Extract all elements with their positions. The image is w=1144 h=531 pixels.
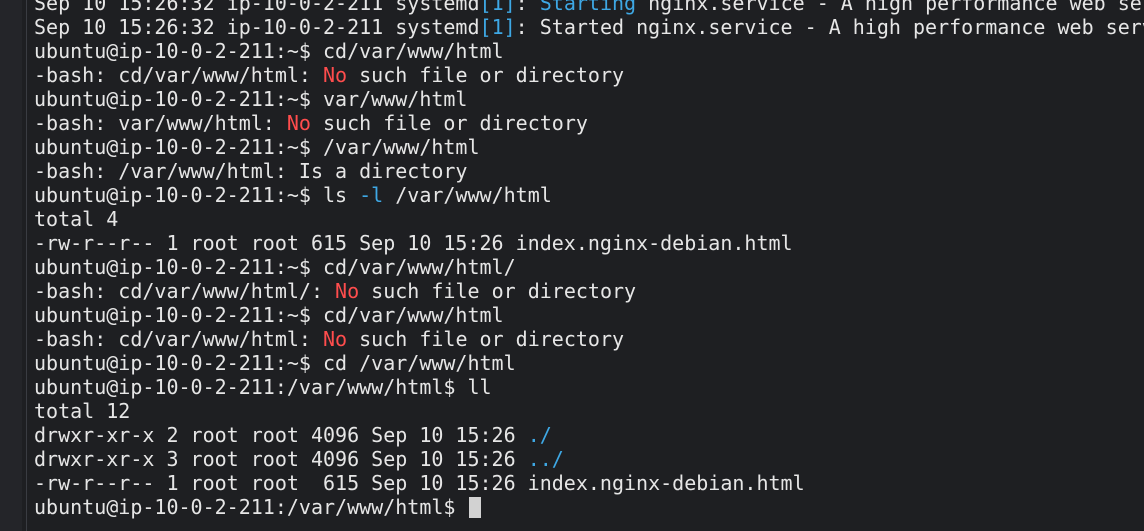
gutter-divider [26, 0, 27, 531]
output-line: -bash: var/www/html: No such file or dir… [34, 111, 1144, 135]
output-line: drwxr-xr-x 2 root root 4096 Sep 10 15:26… [34, 423, 1144, 447]
highlighted-text: [1] [479, 0, 516, 15]
line-text: drwxr-xr-x 3 root root 4096 Sep 10 15:26 [34, 447, 528, 471]
output-line: -rw-r--r-- 1 root root 615 Sep 10 15:26 … [34, 471, 1144, 495]
line-text: : [515, 0, 540, 15]
line-text: ubuntu@ip-10-0-2-211:~$ var/www/html [34, 87, 468, 111]
line-text: ubuntu@ip-10-0-2-211:~$ cd /var/www/html [34, 351, 516, 375]
output-line: total 4 [34, 207, 1144, 231]
line-text: such file or directory [310, 111, 588, 135]
terminal-output: Sep 10 15:26:32 ip-10-0-2-211 systemd[1]… [34, 0, 1144, 519]
left-gutter [0, 0, 22, 531]
output-line: Sep 10 15:26:32 ip-10-0-2-211 systemd[1]… [34, 0, 1144, 15]
line-text: /var/www/html [383, 183, 552, 207]
output-line: ubuntu@ip-10-0-2-211:/var/www/html$ ll [34, 375, 1144, 399]
highlighted-text: No [322, 327, 348, 351]
line-text: : Started nginx.service - A high perform… [515, 15, 1144, 39]
line-text: total 4 [34, 207, 119, 231]
output-line: drwxr-xr-x 3 root root 4096 Sep 10 15:26… [34, 447, 1144, 471]
highlighted-text: ../ [527, 447, 564, 471]
line-text: drwxr-xr-x 2 root root 4096 Sep 10 15:26 [34, 423, 528, 447]
line-text: such file or directory [347, 63, 625, 87]
terminal-window[interactable]: Sep 10 15:26:32 ip-10-0-2-211 systemd[1]… [0, 0, 1144, 531]
output-line: Sep 10 15:26:32 ip-10-0-2-211 systemd[1]… [34, 15, 1144, 39]
output-line: -rw-r--r-- 1 root root 615 Sep 10 15:26 … [34, 231, 1144, 255]
line-text: -bash: cd/var/www/html: [34, 327, 323, 351]
output-line: -bash: /var/www/html: Is a directory [34, 159, 1144, 183]
line-text: -rw-r--r-- 1 root root 615 Sep 10 15:26 … [34, 471, 805, 495]
line-text: -bash: var/www/html: [34, 111, 287, 135]
line-text: nginx.service - A high performance web s… [636, 0, 1142, 15]
text-cursor[interactable] [469, 497, 482, 518]
highlighted-text: Starting [539, 0, 637, 15]
highlighted-text: ./ [527, 423, 552, 447]
line-text: -bash: /var/www/html: Is a directory [34, 159, 468, 183]
highlighted-text: [1] [479, 15, 516, 39]
line-text: -bash: cd/var/www/html/: [34, 279, 336, 303]
highlighted-text: No [322, 63, 348, 87]
output-line: -bash: cd/var/www/html/: No such file or… [34, 279, 1144, 303]
line-text: ubuntu@ip-10-0-2-211:~$ cd/var/www/html/ [34, 255, 516, 279]
output-line: ubuntu@ip-10-0-2-211:~$ cd/var/www/html [34, 39, 1144, 63]
highlighted-text: No [286, 111, 311, 135]
prompt-line[interactable]: ubuntu@ip-10-0-2-211:/var/www/html$ [34, 495, 1144, 519]
output-line: ubuntu@ip-10-0-2-211:~$ cd/var/www/html/ [34, 255, 1144, 279]
line-text: such file or directory [359, 279, 637, 303]
line-text: such file or directory [347, 327, 625, 351]
prompt-text: ubuntu@ip-10-0-2-211:/var/www/html$ [34, 495, 468, 519]
output-line: -bash: cd/var/www/html: No such file or … [34, 327, 1144, 351]
line-text: -rw-r--r-- 1 root root 615 Sep 10 15:26 … [34, 231, 793, 255]
line-text: Sep 10 15:26:32 ip-10-0-2-211 systemd [34, 15, 480, 39]
output-line: total 12 [34, 399, 1144, 423]
line-text: total 12 [34, 399, 131, 423]
highlighted-text: No [335, 279, 360, 303]
line-text: ubuntu@ip-10-0-2-211:/var/www/html$ ll [34, 375, 492, 399]
output-line: ubuntu@ip-10-0-2-211:~$ cd/var/www/html [34, 303, 1144, 327]
line-text: Sep 10 15:26:32 ip-10-0-2-211 systemd [34, 0, 480, 15]
output-line: -bash: cd/var/www/html: No such file or … [34, 63, 1144, 87]
output-line: ubuntu@ip-10-0-2-211:~$ ls -l /var/www/h… [34, 183, 1144, 207]
line-text: ubuntu@ip-10-0-2-211:~$ /var/www/html [34, 135, 480, 159]
output-line: ubuntu@ip-10-0-2-211:~$ var/www/html [34, 87, 1144, 111]
line-text: -bash: cd/var/www/html: [34, 63, 323, 87]
line-text: ubuntu@ip-10-0-2-211:~$ cd/var/www/html [34, 303, 504, 327]
output-line: ubuntu@ip-10-0-2-211:~$ /var/www/html [34, 135, 1144, 159]
line-text: ubuntu@ip-10-0-2-211:~$ ls [34, 183, 360, 207]
line-text: ubuntu@ip-10-0-2-211:~$ cd/var/www/html [34, 39, 504, 63]
output-line: ubuntu@ip-10-0-2-211:~$ cd /var/www/html [34, 351, 1144, 375]
highlighted-text: -l [359, 183, 384, 207]
